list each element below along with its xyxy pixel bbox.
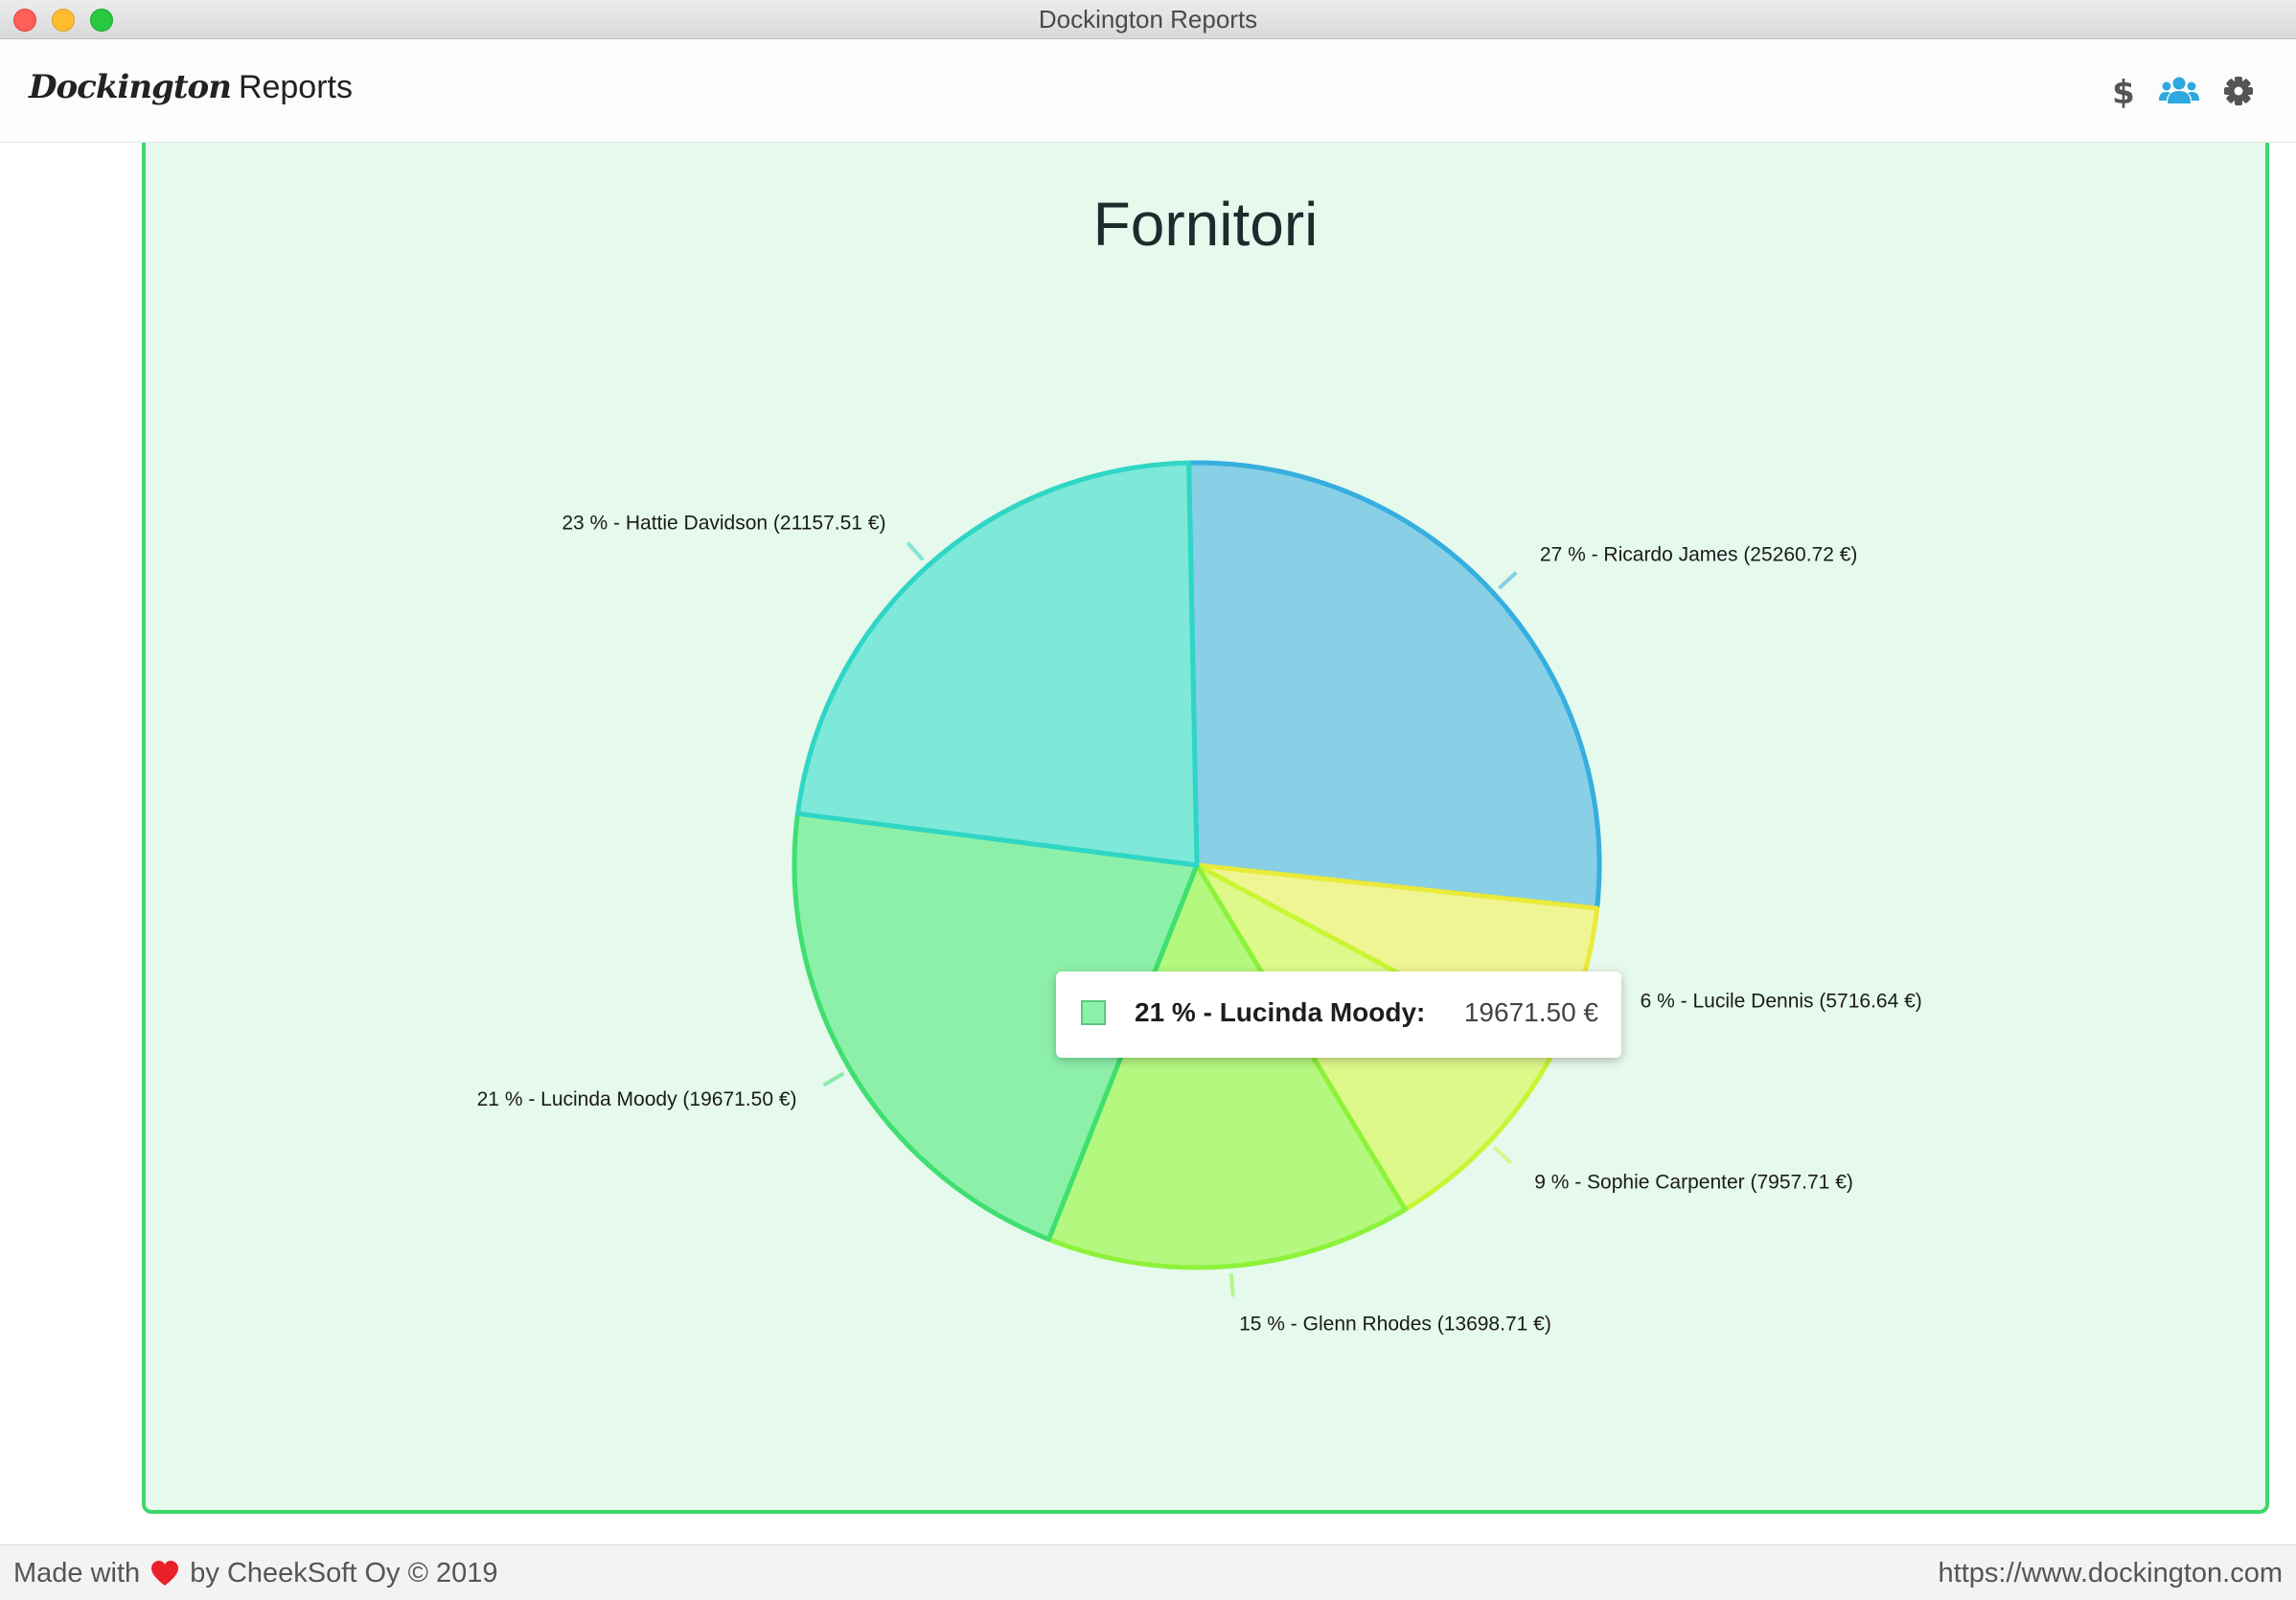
window-title: Dockington Reports [1038,5,1258,34]
tooltip-color-swatch [1081,1000,1106,1025]
brand-text: Reports [238,69,353,105]
footer-company: by CheekSoft Oy © 2019 [190,1558,498,1589]
footer-credits: Made with by CheekSoft Oy © 2019 [13,1558,498,1589]
footer-website-link[interactable]: https://www.dockington.com [1939,1558,2283,1589]
slice-label-glenn-rhodes: 15 % - Glenn Rhodes (13698.71 €) [1239,1313,1551,1335]
brand[interactable]: Dockington Reports [29,68,353,106]
heart-icon [151,1561,179,1586]
label-connector-lucinda-moody [822,1071,845,1087]
slice-label-sophie-carpenter: 9 % - Sophie Carpenter (7957.71 €) [1534,1171,1853,1193]
slice-label-lucinda-moody: 21 % - Lucinda Moody (19671.50 €) [477,1088,797,1110]
brand-logo: Dockington [29,68,232,106]
chart-card: Fornitori 27 % - Ricardo James (25260.72… [142,143,2269,1514]
window-titlebar: Dockington Reports [0,0,2296,39]
label-connector-sophie-carpenter [1493,1146,1513,1165]
pie-chart: 27 % - Ricardo James (25260.72 €) 6 % - L… [477,460,1922,1335]
slice-label-ricardo-james: 27 % - Ricardo James (25260.72 €) [1540,544,1858,566]
dollar-icon[interactable]: $ [2104,72,2143,110]
users-icon[interactable] [2158,72,2200,110]
label-connector-hattie-davidson [906,541,925,561]
tooltip-value: 19671.50 € [1463,997,1598,1027]
app-header: Dockington Reports $ [0,39,2296,143]
svg-text:$: $ [2112,74,2135,110]
slice-label-hattie-davidson: 23 % - Hattie Davidson (21157.51 €) [562,513,885,535]
gear-icon[interactable] [2219,72,2258,110]
main-content: Fornitori 27 % - Ricardo James (25260.72… [0,143,2296,1544]
tooltip-label: 21 % - Lucinda Moody: [1135,997,1426,1027]
chart-tooltip: 21 % - Lucinda Moody: 19671.50 € [1056,971,1621,1058]
slice-label-lucile-dennis: 6 % - Lucile Dennis (5716.64 €) [1641,991,1922,1013]
footer: Made with by CheekSoft Oy © 2019 https:/… [0,1544,2296,1600]
footer-made-with: Made with [13,1558,141,1589]
pie-slice-ricardo-james[interactable] [1186,460,1602,911]
label-connector-ricardo-james [1498,571,1518,590]
label-connector-glenn-rhodes [1228,1273,1235,1297]
